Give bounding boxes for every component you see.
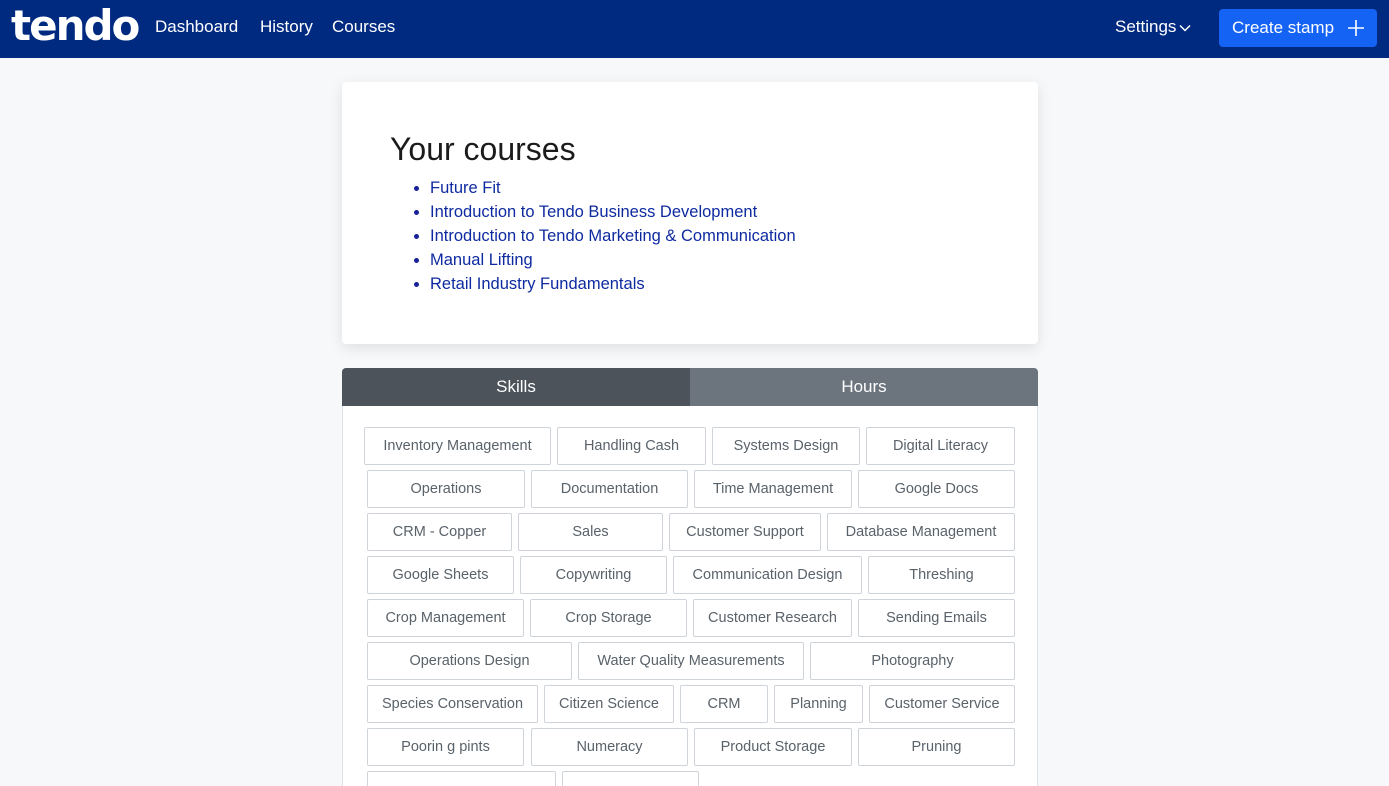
course-link-marketing-communication[interactable]: Introduction to Tendo Marketing & Commun… — [430, 227, 796, 245]
tab-hours[interactable]: Hours — [690, 368, 1038, 406]
nav-courses[interactable]: Courses — [332, 17, 395, 37]
nav-dashboard[interactable]: Dashboard — [155, 17, 238, 37]
create-stamp-button[interactable]: Create stamp — [1219, 9, 1377, 47]
skill-chip[interactable]: CRM - Copper — [367, 513, 512, 551]
skill-chip[interactable]: Product Storage — [694, 728, 852, 766]
skill-chip[interactable]: Handling Cash — [557, 427, 706, 465]
skill-chip[interactable]: Google Docs — [858, 470, 1015, 508]
create-stamp-label: Create stamp — [1232, 18, 1335, 37]
nav-history[interactable]: History — [260, 17, 313, 37]
skill-chip[interactable] — [562, 771, 699, 786]
courses-heading: Your courses — [390, 131, 576, 167]
skill-chip[interactable]: Operations — [367, 470, 525, 508]
course-link-future-fit[interactable]: Future Fit — [430, 179, 501, 197]
skill-chip[interactable]: Sales — [518, 513, 663, 551]
skill-chip[interactable]: Species Conservation — [367, 685, 538, 723]
plus-icon — [1348, 20, 1364, 36]
skill-chip[interactable]: Inventory Management — [364, 427, 551, 465]
tab-skills[interactable]: Skills — [342, 368, 690, 406]
skill-chip[interactable]: Crop Storage — [530, 599, 687, 637]
skill-chip[interactable]: Pruning — [858, 728, 1015, 766]
skill-chip[interactable]: Crop Management — [367, 599, 524, 637]
skill-chip[interactable]: Poorin g pints — [367, 728, 524, 766]
skill-chip[interactable]: Database Management — [827, 513, 1015, 551]
skill-chip[interactable]: Digital Literacy — [866, 427, 1015, 465]
settings-dropdown[interactable]: Settings — [1115, 17, 1191, 37]
skill-chip[interactable]: Photography — [810, 642, 1015, 680]
course-link-business-development[interactable]: Introduction to Tendo Business Developme… — [430, 203, 757, 221]
skill-chip[interactable]: Customer Research — [693, 599, 852, 637]
tendo-logo[interactable]: tendo — [11, 3, 140, 49]
skill-chip[interactable]: Customer Support — [669, 513, 821, 551]
course-link-retail-fundamentals[interactable]: Retail Industry Fundamentals — [430, 275, 645, 293]
skill-chip[interactable]: Water Quality Measurements — [578, 642, 804, 680]
course-item: Future Fit — [430, 176, 796, 200]
courses-list: Future Fit Introduction to Tendo Busines… — [430, 176, 796, 296]
skill-chip[interactable]: Time Management — [694, 470, 852, 508]
course-item: Retail Industry Fundamentals — [430, 272, 796, 296]
skill-chip[interactable]: Threshing — [868, 556, 1015, 594]
skills-panel: Inventory Management Handling Cash Systems… — [342, 406, 1038, 786]
skill-chip[interactable]: Planning — [774, 685, 863, 723]
skill-chip[interactable]: Google Sheets — [367, 556, 514, 594]
course-item: Manual Lifting — [430, 248, 796, 272]
course-item: Introduction to Tendo Business Developme… — [430, 200, 796, 224]
skill-chip[interactable] — [367, 771, 556, 786]
skill-chip[interactable]: Sending Emails — [858, 599, 1015, 637]
top-navbar: tendo Dashboard History Courses Settings… — [0, 0, 1389, 58]
skill-chip[interactable]: CRM — [680, 685, 768, 723]
course-link-manual-lifting[interactable]: Manual Lifting — [430, 251, 533, 269]
skill-chip[interactable]: Systems Design — [712, 427, 860, 465]
skill-chip[interactable]: Copywriting — [520, 556, 667, 594]
skill-chip[interactable]: Customer Service — [869, 685, 1015, 723]
skill-chip[interactable]: Communication Design — [673, 556, 862, 594]
chevron-down-icon — [1179, 24, 1191, 32]
course-item: Introduction to Tendo Marketing & Commun… — [430, 224, 796, 248]
skills-hours-tabs: Skills Hours — [342, 368, 1038, 406]
skill-chip[interactable]: Citizen Science — [544, 685, 674, 723]
settings-label: Settings — [1115, 17, 1177, 36]
skill-chip[interactable]: Operations Design — [367, 642, 572, 680]
skill-chip[interactable]: Numeracy — [531, 728, 688, 766]
skill-chip[interactable]: Documentation — [531, 470, 688, 508]
courses-card: Your courses Future Fit Introduction to … — [342, 82, 1038, 344]
